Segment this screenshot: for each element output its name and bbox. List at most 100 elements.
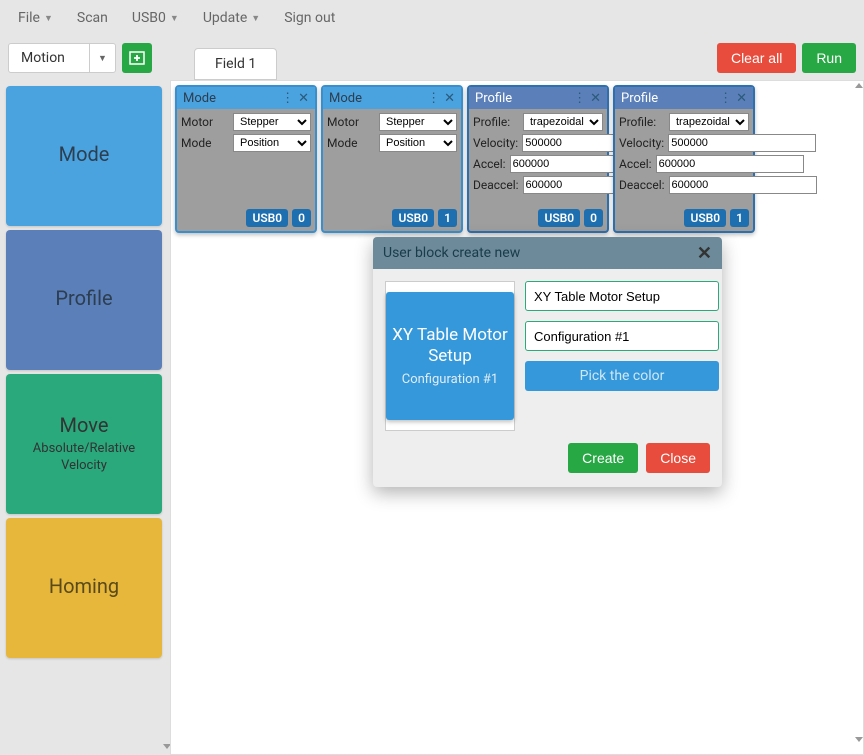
velocity-input[interactable] bbox=[668, 134, 816, 152]
port-badge: USB0 bbox=[392, 209, 434, 227]
preview-box: XY Table Motor Setup Configuration #1 bbox=[385, 281, 515, 431]
block-title: Profile bbox=[475, 91, 512, 106]
palette-block-move[interactable]: Move Absolute/Relative Velocity bbox=[6, 374, 162, 514]
velocity-label: Velocity: bbox=[473, 136, 518, 150]
more-icon[interactable]: ⋮ bbox=[719, 91, 732, 106]
menu-usb0-label: USB0 bbox=[132, 10, 166, 26]
modal-title: User block create new bbox=[383, 245, 520, 261]
menu-signout-label: Sign out bbox=[284, 10, 335, 26]
menu-signout[interactable]: Sign out bbox=[276, 4, 343, 32]
motor-label: Motor bbox=[181, 115, 229, 129]
block-title: Mode bbox=[183, 91, 216, 106]
palette-block-subtitle: Absolute/Relative Velocity bbox=[10, 441, 158, 475]
profile-select[interactable]: trapezoidal bbox=[669, 113, 749, 131]
velocity-label: Velocity: bbox=[619, 136, 664, 150]
close-icon[interactable]: ✕ bbox=[736, 91, 747, 106]
more-icon[interactable]: ⋮ bbox=[281, 91, 294, 106]
block-name-input[interactable] bbox=[525, 281, 719, 311]
workflow-block-profile[interactable]: Profile ⋮ ✕ Profile: trapezoidal Velocit… bbox=[613, 85, 755, 233]
modal-form: Pick the color bbox=[525, 281, 719, 431]
block-footer: USB0 1 bbox=[323, 205, 461, 231]
add-sheet-icon bbox=[129, 50, 145, 66]
toolbar: Motion ▼ Field 1 Clear all Run bbox=[0, 36, 864, 80]
more-icon[interactable]: ⋮ bbox=[573, 91, 586, 106]
modal-header: User block create new ✕ bbox=[373, 237, 722, 269]
index-badge: 1 bbox=[438, 209, 457, 227]
palette-block-mode[interactable]: Mode bbox=[6, 86, 162, 226]
preview-block-subtitle: Configuration #1 bbox=[402, 372, 499, 387]
palette-block-title: Homing bbox=[49, 574, 119, 598]
canvas-scrollbar[interactable] bbox=[853, 81, 863, 744]
menu-file-label: File bbox=[18, 10, 40, 26]
more-icon[interactable]: ⋮ bbox=[427, 91, 440, 106]
palette: Mode Profile Move Absolute/Relative Velo… bbox=[0, 80, 170, 755]
block-footer: USB0 0 bbox=[177, 205, 315, 231]
chevron-down-icon: ▼ bbox=[251, 13, 260, 24]
block-header: Mode ⋮ ✕ bbox=[323, 87, 461, 109]
chevron-down-icon: ▼ bbox=[44, 13, 53, 24]
menu-update[interactable]: Update ▼ bbox=[195, 4, 268, 32]
workflow-block-mode[interactable]: Mode ⋮ ✕ Motor Stepper Mode Position bbox=[175, 85, 317, 233]
mode-select[interactable]: Position bbox=[379, 134, 457, 152]
port-badge: USB0 bbox=[246, 209, 288, 227]
block-header: Profile ⋮ ✕ bbox=[615, 87, 753, 109]
preview-block: XY Table Motor Setup Configuration #1 bbox=[386, 292, 514, 420]
pick-color-button[interactable]: Pick the color bbox=[525, 361, 719, 391]
category-dropdown-label: Motion bbox=[9, 50, 89, 66]
block-header: Profile ⋮ ✕ bbox=[469, 87, 607, 109]
tab-field1[interactable]: Field 1 bbox=[194, 48, 277, 80]
block-body: Motor Stepper Mode Position bbox=[177, 109, 315, 205]
motor-select[interactable]: Stepper bbox=[379, 113, 457, 131]
workflow-block-mode[interactable]: Mode ⋮ ✕ Motor Stepper Mode Position bbox=[321, 85, 463, 233]
menu-scan[interactable]: Scan bbox=[69, 4, 116, 32]
mode-label: Mode bbox=[327, 136, 375, 150]
run-button[interactable]: Run bbox=[802, 43, 856, 73]
pick-color-label: Pick the color bbox=[580, 368, 665, 384]
close-icon[interactable]: ✕ bbox=[298, 91, 309, 106]
index-badge: 1 bbox=[730, 209, 749, 227]
workflow-block-profile[interactable]: Profile ⋮ ✕ Profile: trapezoidal Velocit… bbox=[467, 85, 609, 233]
chevron-down-icon: ▼ bbox=[89, 44, 115, 72]
profile-label: Profile: bbox=[619, 115, 665, 129]
create-button[interactable]: Create bbox=[568, 443, 638, 473]
close-icon[interactable]: ✕ bbox=[697, 243, 712, 264]
close-button[interactable]: Close bbox=[646, 443, 710, 473]
close-icon[interactable]: ✕ bbox=[444, 91, 455, 106]
block-desc-input[interactable] bbox=[525, 321, 719, 351]
index-badge: 0 bbox=[584, 209, 603, 227]
palette-block-title: Move bbox=[60, 413, 109, 437]
palette-block-title: Profile bbox=[55, 286, 112, 310]
accel-label: Accel: bbox=[619, 157, 652, 171]
tab-field1-label: Field 1 bbox=[215, 56, 256, 72]
palette-scrollbar[interactable] bbox=[161, 86, 170, 749]
block-title: Profile bbox=[621, 91, 658, 106]
block-body: Motor Stepper Mode Position bbox=[323, 109, 461, 205]
palette-block-homing[interactable]: Homing bbox=[6, 518, 162, 658]
block-body: Profile: trapezoidal Velocity: Accel: De… bbox=[615, 109, 753, 205]
mode-select[interactable]: Position bbox=[233, 134, 311, 152]
palette-block-profile[interactable]: Profile bbox=[6, 230, 162, 370]
deaccel-label: Deaccel: bbox=[619, 178, 665, 192]
accel-input[interactable] bbox=[656, 155, 804, 173]
add-block-button[interactable] bbox=[122, 43, 152, 73]
close-icon[interactable]: ✕ bbox=[590, 91, 601, 106]
menu-file[interactable]: File ▼ bbox=[10, 4, 61, 32]
palette-block-title: Mode bbox=[59, 142, 110, 166]
modal-footer: Create Close bbox=[373, 443, 722, 487]
modal-body: XY Table Motor Setup Configuration #1 Pi… bbox=[373, 269, 722, 443]
profile-select[interactable]: trapezoidal bbox=[523, 113, 603, 131]
workflow-blocks-row: Mode ⋮ ✕ Motor Stepper Mode Position bbox=[171, 81, 863, 237]
category-dropdown[interactable]: Motion ▼ bbox=[8, 43, 116, 73]
menu-usb0[interactable]: USB0 ▼ bbox=[124, 4, 187, 32]
user-block-create-modal: User block create new ✕ XY Table Motor S… bbox=[373, 237, 722, 487]
block-footer: USB0 0 bbox=[469, 205, 607, 231]
deaccel-input[interactable] bbox=[669, 176, 817, 194]
block-body: Profile: trapezoidal Velocity: Accel: De… bbox=[469, 109, 607, 205]
accel-label: Accel: bbox=[473, 157, 506, 171]
chevron-down-icon: ▼ bbox=[170, 13, 179, 24]
profile-label: Profile: bbox=[473, 115, 519, 129]
port-badge: USB0 bbox=[538, 209, 580, 227]
motor-select[interactable]: Stepper bbox=[233, 113, 311, 131]
block-footer: USB0 1 bbox=[615, 205, 753, 231]
clear-all-button[interactable]: Clear all bbox=[717, 43, 796, 73]
